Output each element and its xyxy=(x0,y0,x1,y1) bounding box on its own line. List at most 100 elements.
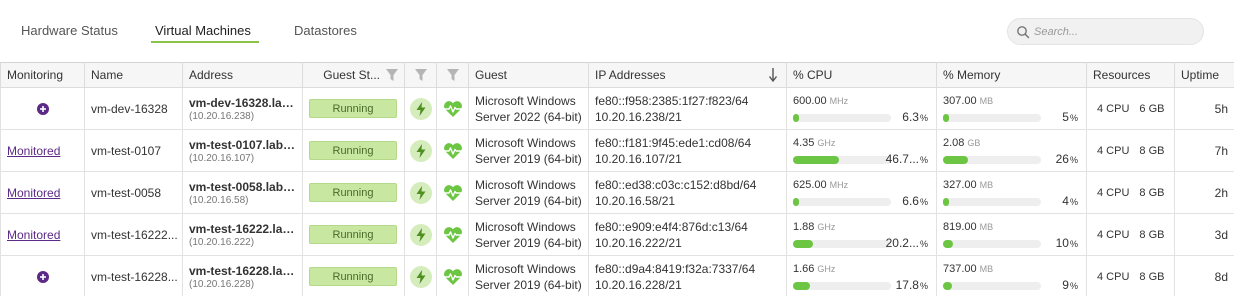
memory-percent-value: 4 xyxy=(1062,193,1069,208)
vm-address[interactable]: vm-test-0107.lab.a... xyxy=(189,138,296,152)
vm-name[interactable]: vm-test-16222... xyxy=(91,228,178,242)
vm-address[interactable]: vm-test-16228.lab... xyxy=(189,264,296,278)
uptime-value: 2h xyxy=(1214,185,1228,200)
vm-address[interactable]: vm-dev-16328.lab... xyxy=(189,96,296,110)
sort-down-icon[interactable] xyxy=(768,67,778,83)
cpu-percent-value: 46.7... xyxy=(885,151,919,166)
cpu-value: 625.00 xyxy=(793,178,827,191)
monitoring-cell xyxy=(0,87,85,130)
resource-memory: 8 GB xyxy=(1139,144,1165,157)
add-monitoring-icon[interactable] xyxy=(36,102,49,115)
vm-name-cell: vm-test-0107 xyxy=(84,129,183,172)
guest-os-line: Microsoft Windows xyxy=(475,135,576,150)
lightning-icon xyxy=(416,185,425,200)
power-button[interactable] xyxy=(409,265,432,288)
vm-name[interactable]: vm-dev-16328 xyxy=(91,102,168,116)
column-header-cpu[interactable]: % CPU xyxy=(786,62,937,88)
column-header-health-filter[interactable] xyxy=(436,62,469,88)
column-label: Name xyxy=(91,68,124,82)
cpu-unit: GHz xyxy=(817,263,836,274)
column-header-guest-state[interactable]: Guest St... xyxy=(302,62,405,88)
guest-os-line: Server 2019 (64-bit) xyxy=(475,193,582,208)
table-row[interactable]: vm-test-16228... vm-test-16228.lab... (1… xyxy=(0,255,1234,296)
column-header-monitoring[interactable]: Monitoring xyxy=(0,62,85,88)
cpu-bar-fill xyxy=(793,113,799,122)
vm-name[interactable]: vm-test-0058 xyxy=(91,186,161,200)
status-badge: Running xyxy=(309,99,397,118)
column-header-memory[interactable]: % Memory xyxy=(936,62,1087,88)
search-input[interactable] xyxy=(1034,22,1194,42)
cpu-unit: MHz xyxy=(829,95,849,106)
table-header: Monitoring Name Address Guest St... Gues… xyxy=(0,62,1234,88)
table-row[interactable]: vm-dev-16328 vm-dev-16328.lab... (10.20.… xyxy=(0,87,1234,130)
guest-os-line: Server 2019 (64-bit) xyxy=(475,151,582,166)
power-button[interactable] xyxy=(409,139,432,162)
cpu-bar xyxy=(793,197,891,206)
health-cell xyxy=(436,129,469,172)
column-header-guest[interactable]: Guest xyxy=(468,62,589,88)
memory-bar xyxy=(943,197,1041,206)
uptime-value: 3d xyxy=(1214,227,1228,242)
add-monitoring-icon[interactable] xyxy=(36,270,49,283)
search-icon xyxy=(1017,26,1030,39)
memory-bar-fill xyxy=(943,155,968,164)
tab-virtual-machines[interactable]: Virtual Machines xyxy=(155,23,251,38)
ipv4-address: 10.20.16.107/21 xyxy=(595,151,682,166)
column-header-resources[interactable]: Resources xyxy=(1086,62,1175,88)
guest-os-line: Microsoft Windows xyxy=(475,219,576,234)
filter-icon[interactable] xyxy=(414,68,428,82)
column-header-name[interactable]: Name xyxy=(84,62,183,88)
vm-address[interactable]: vm-test-0058.lab.... xyxy=(189,180,296,194)
power-button[interactable] xyxy=(409,223,432,246)
vm-name[interactable]: vm-test-0107 xyxy=(91,144,161,158)
vm-address[interactable]: vm-test-16222.lab... xyxy=(189,222,296,236)
ipv4-address: 10.20.16.58/21 xyxy=(595,193,676,208)
memory-usage: 2.08 GB xyxy=(943,136,1080,150)
column-header-power-filter[interactable] xyxy=(404,62,437,88)
table-row[interactable]: Monitored vm-test-0058 vm-test-0058.lab.… xyxy=(0,171,1234,214)
memory-usage: 327.00 MB xyxy=(943,178,1080,192)
filter-icon[interactable] xyxy=(446,68,460,82)
health-cell xyxy=(436,255,469,296)
search-box[interactable] xyxy=(1007,18,1204,45)
monitored-link[interactable]: Monitored xyxy=(7,186,60,200)
vm-name-cell: vm-test-16228... xyxy=(84,255,183,296)
power-cell xyxy=(404,213,437,256)
cpu-unit: MHz xyxy=(829,179,849,190)
power-cell xyxy=(404,87,437,130)
vm-address-ip: (10.20.16.58) xyxy=(189,194,249,206)
monitored-link[interactable]: Monitored xyxy=(7,228,60,242)
memory-meter: 10% xyxy=(943,236,1080,250)
guest-state-cell: Running xyxy=(302,129,405,172)
column-label: Monitoring xyxy=(7,68,64,82)
vm-address-ip: (10.20.16.107) xyxy=(189,152,255,164)
filter-icon[interactable] xyxy=(385,68,399,82)
ipv6-address: fe80::e909:e4f4:876d:c13/64 xyxy=(595,219,748,234)
power-button[interactable] xyxy=(409,181,432,204)
cpu-bar-fill xyxy=(793,239,813,248)
cpu-cell: 1.66 GHz 17.8% xyxy=(786,255,937,296)
table-row[interactable]: Monitored vm-test-0107 vm-test-0107.lab.… xyxy=(0,129,1234,172)
cpu-unit: GHz xyxy=(817,137,836,148)
uptime-value: 8d xyxy=(1214,269,1228,284)
power-button[interactable] xyxy=(409,97,432,120)
memory-unit: MB xyxy=(979,221,994,232)
resources-cell: 4 CPU 6 GB xyxy=(1086,87,1175,130)
tab-hardware-status[interactable]: Hardware Status xyxy=(21,23,118,38)
column-header-uptime[interactable]: Uptime xyxy=(1174,62,1234,88)
vm-address-ip: (10.20.16.228) xyxy=(189,278,255,290)
resources-cell: 4 CPU 8 GB xyxy=(1086,255,1175,296)
vm-name[interactable]: vm-test-16228... xyxy=(91,270,178,284)
address-cell: vm-dev-16328.lab... (10.20.16.238) xyxy=(182,87,303,130)
column-label: Guest St... xyxy=(323,68,380,82)
table-row[interactable]: Monitored vm-test-16222... vm-test-16222… xyxy=(0,213,1234,256)
monitored-link[interactable]: Monitored xyxy=(7,144,60,158)
column-header-ip-addresses[interactable]: IP Addresses xyxy=(588,62,787,88)
tab-datastores[interactable]: Datastores xyxy=(294,23,357,38)
guest-os-cell: Microsoft Windows Server 2019 (64-bit) xyxy=(468,129,589,172)
memory-value: 2.08 xyxy=(943,136,965,149)
cpu-percent-value: 17.8 xyxy=(895,277,919,292)
guest-os-cell: Microsoft Windows Server 2019 (64-bit) xyxy=(468,171,589,214)
column-header-address[interactable]: Address xyxy=(182,62,303,88)
memory-percent-value: 9 xyxy=(1062,277,1069,292)
